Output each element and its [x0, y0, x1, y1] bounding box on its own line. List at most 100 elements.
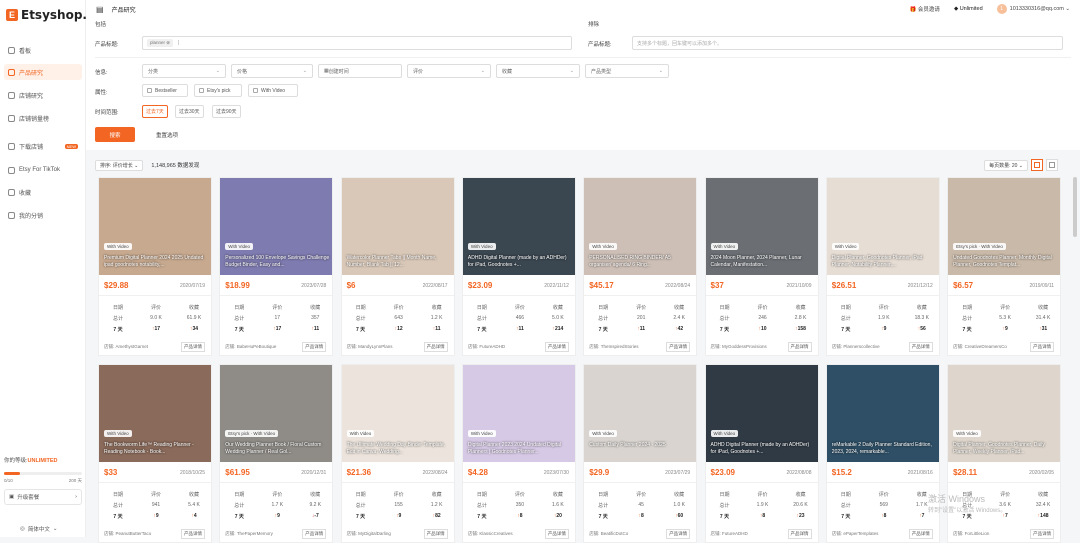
shop-name[interactable]: 店铺: ThePaperMemory	[225, 531, 273, 537]
user-menu[interactable]: 1 1013330316@qq.com ⌄	[996, 4, 1070, 14]
vertical-scrollbar[interactable]	[1073, 177, 1077, 237]
shop-name[interactable]: 店铺: MyGoddessProvisions	[711, 344, 767, 350]
close-icon[interactable]: ⊗	[166, 40, 170, 45]
product-card[interactable]: With Video The Bookworm Life™ Reading Pla…	[98, 364, 212, 543]
product-card[interactable]: With Video Digital Planner, Goodnotes Pla…	[947, 364, 1062, 543]
price-select[interactable]: 价格 ⌄	[231, 64, 313, 78]
product-detail-button[interactable]: 产品详情	[181, 342, 205, 352]
product-detail-button[interactable]: 产品详情	[666, 342, 691, 352]
collapse-sidebar-icon[interactable]: ▤	[96, 5, 104, 14]
shop-name[interactable]: 店铺: CreativeDreamersCo	[953, 344, 1007, 350]
product-title[interactable]: Our Wedding Planner Book / Floral Custom…	[225, 442, 329, 456]
reset-button[interactable]: 重置选项	[156, 131, 178, 139]
product-card[interactable]: With Video Digital Planner, Goodnotes Pla…	[825, 177, 940, 356]
product-detail-button[interactable]: 产品详情	[544, 342, 569, 352]
product-detail-button[interactable]: 产品详情	[302, 342, 327, 352]
product-card[interactable]: Etsy's pick · With Video Undated Goodnote…	[947, 177, 1062, 356]
product-title[interactable]: Custom Daily Planner 2024 - 2025	[589, 442, 693, 449]
product-type-select[interactable]: 产品类型 ⌄	[585, 64, 669, 78]
shop-name[interactable]: 店铺: FutureADHD	[468, 344, 505, 350]
shop-name[interactable]: 店铺: FutureADHD	[711, 531, 748, 537]
product-title[interactable]: 2024 Moon Planner, 2024 Planner, Lunar C…	[711, 255, 815, 269]
product-card[interactable]: With Video Custom Daily Planner 2024 - 20…	[583, 364, 698, 543]
sort-select[interactable]: 排序: 评价增长 ⌄	[95, 159, 144, 171]
shop-name[interactable]: 店铺: TheInspiredStories	[589, 344, 638, 350]
product-detail-button[interactable]: 产品详情	[787, 342, 812, 352]
product-card[interactable]: With Video 2024 Moon Planner, 2024 Planne…	[704, 177, 819, 356]
bestseller-checkbox[interactable]: Bestseller	[142, 84, 188, 97]
product-title[interactable]: reMarkable 2 Daily Planner Standard Edit…	[832, 442, 936, 456]
product-detail-button[interactable]: 产品详情	[1030, 529, 1055, 539]
product-title[interactable]: Digital Planner 2023 2024 Undated Digita…	[468, 442, 572, 456]
product-title[interactable]: The Ultimate Wedding Day Binder Template…	[347, 442, 451, 456]
product-card[interactable]: Etsy's pick · With Video Our Wedding Plan…	[219, 364, 334, 543]
product-card[interactable]: With Video PERSONALISED RING BINDER/ A5 o…	[583, 177, 698, 356]
product-title[interactable]: The Bookworm Life™ Reading Planner - Rea…	[104, 442, 208, 456]
product-detail-button[interactable]: 产品详情	[787, 529, 812, 539]
product-detail-button[interactable]: 产品详情	[1030, 342, 1055, 352]
category-select[interactable]: 分类 ⌄	[142, 64, 226, 78]
product-card[interactable]: Watercolor Planner Tabs || Month Name, N…	[340, 177, 455, 356]
product-card[interactable]: With Video ADHD Digital Planner (made by …	[461, 177, 576, 356]
shop-name[interactable]: 店铺: Plannerscollective	[832, 344, 880, 350]
sidebar-item-shop-sales-rank[interactable]: 店铺销量榜	[4, 110, 82, 126]
product-detail-button[interactable]: 产品详情	[302, 529, 327, 539]
sidebar-item-product-research[interactable]: 产品研究	[4, 64, 82, 80]
sidebar-item-dashboard[interactable]: 看板	[4, 42, 82, 58]
shop-name[interactable]: 店铺: ePaperTemplates	[832, 531, 879, 537]
time-7d-button[interactable]: 过去7天	[142, 105, 168, 118]
shop-name[interactable]: 店铺: KlassicCreatives	[468, 531, 513, 537]
product-title[interactable]: ADHD Digital Planner (made by an ADHDer)…	[711, 442, 815, 456]
product-title[interactable]: Watercolor Planner Tabs || Month Name, N…	[347, 255, 451, 269]
sidebar-item-my-distribution[interactable]: 我的分销	[4, 207, 82, 223]
time-90d-button[interactable]: 过去90天	[212, 105, 241, 118]
shop-name[interactable]: 店铺: PeanutButterTaco	[104, 531, 151, 537]
etsys-pick-checkbox[interactable]: Etsy's pick	[194, 84, 242, 97]
sidebar-item-favorites[interactable]: 收藏	[4, 184, 82, 200]
search-button[interactable]: 搜索	[95, 127, 135, 142]
exclude-keyword-input[interactable]: 支持多个标题，回车键可以添加多个。	[632, 36, 1063, 50]
product-card[interactable]: With Video The Ultimate Wedding Day Binde…	[340, 364, 455, 543]
page-size-select[interactable]: 每页数量: 20 ⌄	[984, 159, 1028, 171]
time-30d-button[interactable]: 过去30天	[175, 105, 204, 118]
shop-name[interactable]: 店铺: MandyLynnPlans	[347, 344, 393, 350]
favorites-select[interactable]: 收藏 ⌄	[496, 64, 580, 78]
upgrade-button[interactable]: ▣ 升级套餐 ›	[4, 489, 82, 505]
product-title[interactable]: Digital Planner, Goodnotes Planner, iPad…	[832, 255, 936, 269]
product-detail-button[interactable]: 产品详情	[666, 529, 691, 539]
shop-name[interactable]: 店铺: BeatificDotCo	[589, 531, 628, 537]
shop-name[interactable]: 店铺: BabeHuPeBoutique	[225, 344, 276, 350]
product-card[interactable]: With Video ADHD Digital Planner (made by …	[704, 364, 819, 543]
shop-name[interactable]: 店铺: MyDigitalDarling	[347, 531, 391, 537]
include-keyword-input[interactable]: planner ⊗ |	[142, 36, 572, 50]
product-card[interactable]: With Video Digital Planner 2023 2024 Unda…	[461, 364, 576, 543]
created-date-select[interactable]: ▦ 创建时间	[318, 64, 402, 78]
grid-view-button[interactable]	[1031, 159, 1043, 171]
product-title[interactable]: Digital Planner, Goodnotes Planner, Dail…	[953, 442, 1057, 456]
product-title[interactable]: Personalized 100 Envelope Savings Challe…	[225, 255, 329, 269]
product-title[interactable]: Premium Digital Planner 2024 2025 Undate…	[104, 255, 208, 269]
sidebar-item-etsy-for-tiktok[interactable]: Etsy For TikTok	[4, 162, 82, 178]
list-view-button[interactable]	[1046, 159, 1058, 171]
shop-name[interactable]: 店铺: ForLittleLion	[953, 531, 989, 537]
with-video-checkbox[interactable]: With Video	[248, 84, 298, 97]
product-detail-button[interactable]: 产品详情	[423, 529, 448, 539]
member-invite-link[interactable]: 🎁 会员邀请	[910, 5, 940, 13]
product-card[interactable]: With Video Premium Digital Planner 2024 2…	[98, 177, 212, 356]
product-card[interactable]: reMarkable 2 Daily Planner Standard Edit…	[825, 364, 940, 543]
product-card[interactable]: With Video Personalized 100 Envelope Savi…	[219, 177, 334, 356]
product-detail-button[interactable]: 产品详情	[908, 342, 933, 352]
product-title[interactable]: PERSONALISED RING BINDER/ A5 organiser/ …	[589, 255, 693, 269]
product-detail-button[interactable]: 产品详情	[181, 529, 205, 539]
language-switcher[interactable]: ◎ 简体中文 ⌄	[20, 525, 57, 533]
product-title[interactable]: ADHD Digital Planner (made by an ADHDer)…	[468, 255, 572, 269]
sidebar-item-download-shop[interactable]: 下载店铺 NEW	[4, 138, 82, 154]
product-detail-button[interactable]: 产品详情	[908, 529, 933, 539]
shop-name[interactable]: 店铺: AmethystGarnet	[104, 344, 148, 350]
sidebar-item-shop-research[interactable]: 店铺研究	[4, 87, 82, 103]
product-detail-button[interactable]: 产品详情	[423, 342, 448, 352]
product-detail-button[interactable]: 产品详情	[544, 529, 569, 539]
keyword-tag[interactable]: planner ⊗	[147, 39, 174, 47]
review-select[interactable]: 评价 ⌄	[407, 64, 491, 78]
product-title[interactable]: Undated Goodnotes Planner, Monthly Digit…	[953, 255, 1057, 269]
